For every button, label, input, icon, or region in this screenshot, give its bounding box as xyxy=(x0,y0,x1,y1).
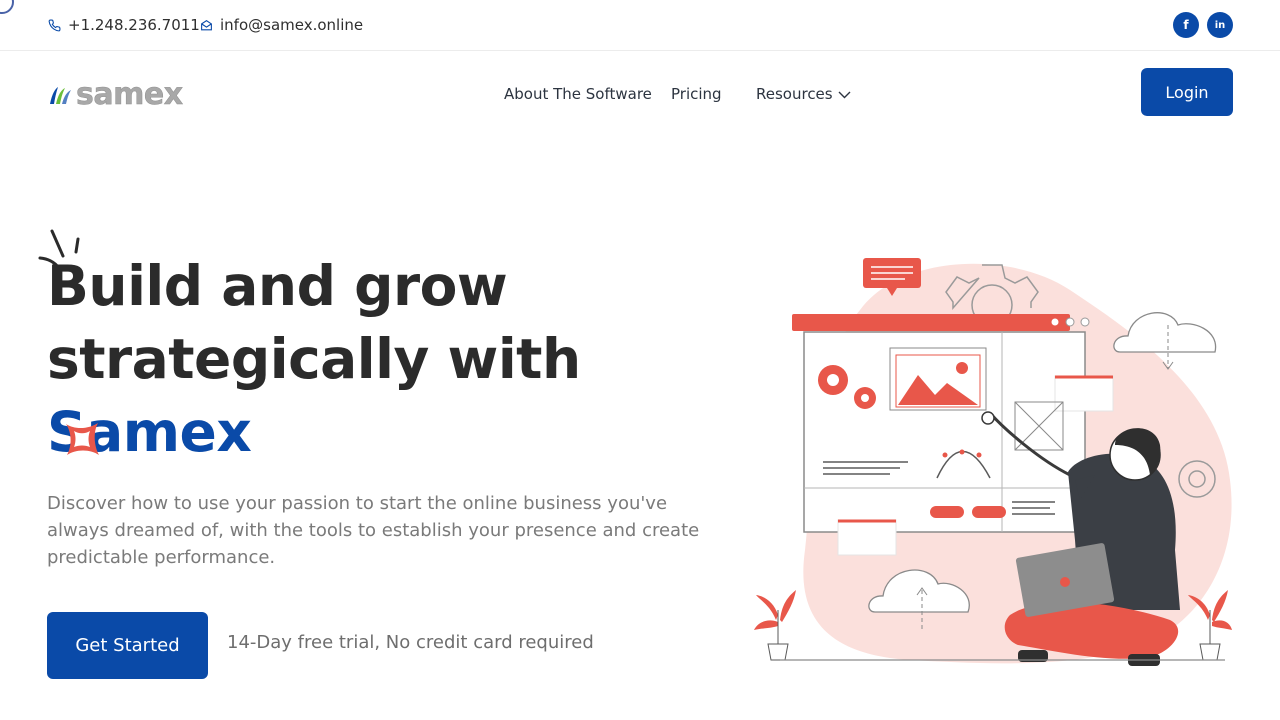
trial-note: 14-Day free trial, No credit card requir… xyxy=(227,632,594,653)
top-contact-bar: +1.248.236.7011 info@samex.online f in xyxy=(0,0,1280,51)
hero-title-line1: Build and grow xyxy=(47,254,508,318)
logo-leaf-icon xyxy=(50,87,71,104)
chevron-down-icon xyxy=(838,91,851,99)
nav-pricing-label: Pricing xyxy=(671,85,722,103)
logo-wordmark: samex xyxy=(76,77,184,112)
cloud-download-icon xyxy=(1113,312,1217,353)
get-started-button[interactable]: Get Started xyxy=(47,612,208,679)
nav-resources-label: Resources xyxy=(756,85,833,103)
note-card xyxy=(1054,375,1114,412)
hero-title-line2: strategically with xyxy=(47,327,581,391)
pill-button-shape xyxy=(972,506,1006,518)
pill-button-shape xyxy=(930,506,964,518)
facebook-button[interactable]: f xyxy=(1173,12,1199,38)
hero-title: Build and grow strategically with Samex xyxy=(47,250,767,469)
image-placeholder-icon xyxy=(889,347,987,411)
linkedin-button[interactable]: in xyxy=(1207,12,1233,38)
phone-icon xyxy=(48,19,61,31)
browser-window xyxy=(792,314,1090,533)
corner-ring-icon xyxy=(0,0,14,14)
four-point-star-icon xyxy=(66,423,99,455)
nav-pricing[interactable]: Pricing xyxy=(671,85,722,103)
hero-description: Discover how to use your passion to star… xyxy=(47,493,700,568)
potted-plant-left xyxy=(754,590,796,661)
nav-resources-dropdown[interactable]: Resources xyxy=(756,85,851,103)
envelope-icon xyxy=(201,19,212,30)
login-label: Login xyxy=(1165,82,1209,102)
note-card xyxy=(837,519,897,556)
email-address: info@samex.online xyxy=(220,16,364,34)
phone-link[interactable]: +1.248.236.7011 xyxy=(48,16,200,34)
samex-logo[interactable]: samex xyxy=(48,77,184,112)
phone-number: +1.248.236.7011 xyxy=(68,16,200,34)
linkedin-icon: in xyxy=(1214,19,1226,31)
nav-about-software[interactable]: About The Software xyxy=(504,85,652,103)
nav-about-label: About The Software xyxy=(504,85,652,103)
facebook-icon: f xyxy=(1183,18,1189,32)
login-button[interactable]: Login xyxy=(1141,68,1233,116)
hero-illustration xyxy=(754,258,1232,666)
potted-plant-right xyxy=(1188,590,1232,661)
email-link[interactable]: info@samex.online xyxy=(200,16,363,34)
get-started-label: Get Started xyxy=(75,635,180,656)
